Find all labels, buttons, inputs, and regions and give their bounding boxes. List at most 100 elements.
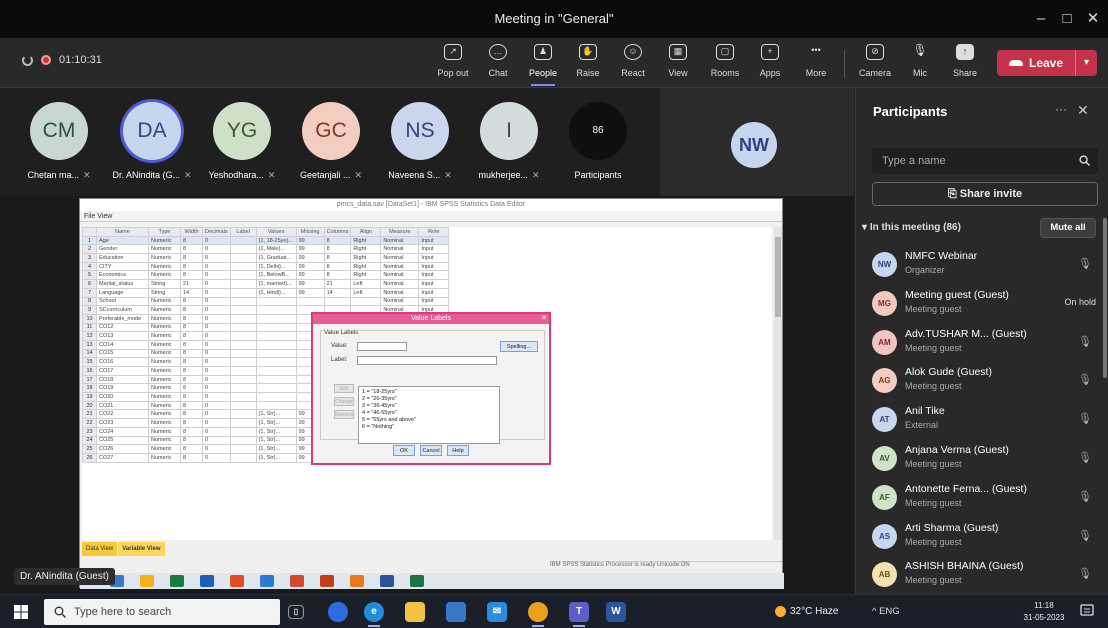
participant-row[interactable]: AM Adv.TUSHAR M... (Guest) Meeting guest 🎙 — [872, 324, 1102, 362]
people-button[interactable]: ♟ People — [521, 44, 565, 86]
row-number[interactable]: 15 — [82, 357, 97, 367]
share-button[interactable]: ↑ Share — [943, 44, 987, 84]
table-cell[interactable] — [229, 270, 257, 281]
table-cell[interactable]: 8 — [180, 348, 203, 359]
table-cell[interactable]: 8 — [180, 426, 203, 437]
table-cell[interactable]: Age — [96, 235, 149, 246]
system-tray[interactable]: ^ ENG — [872, 606, 900, 617]
table-cell[interactable] — [229, 348, 257, 359]
table-cell[interactable]: Left — [350, 279, 382, 289]
table-cell[interactable]: CO25 — [96, 435, 149, 446]
table-cell[interactable]: 0 — [202, 296, 231, 307]
participant-row[interactable]: AS Arti Sharma (Guest) Meeting guest 🎙 — [872, 518, 1102, 556]
table-cell[interactable]: CO21 — [96, 400, 149, 411]
list-item[interactable]: 5 = "55yrs and above" — [362, 417, 496, 424]
mic-off-icon[interactable]: 🎙 — [1078, 335, 1092, 349]
table-cell[interactable] — [229, 444, 257, 454]
table-cell[interactable] — [229, 452, 257, 463]
table-cell[interactable]: Input — [418, 244, 450, 255]
table-cell[interactable] — [323, 296, 352, 307]
table-cell[interactable]: School — [96, 296, 149, 307]
task-view-icon[interactable]: ▯ — [288, 605, 304, 619]
table-cell[interactable]: {1, Str}... — [255, 452, 297, 463]
mic-off-icon[interactable]: 🎙 — [1078, 567, 1092, 581]
taskbar-search[interactable] — [44, 599, 280, 625]
table-cell[interactable]: 8 — [323, 261, 352, 272]
table-cell[interactable]: Preferable_mode — [96, 313, 149, 324]
popout-button[interactable]: ↗ Pop out — [431, 44, 475, 84]
row-number[interactable]: 24 — [82, 435, 97, 446]
table-cell[interactable]: {1, Delhi}... — [255, 261, 297, 272]
table-cell[interactable]: CITY — [96, 261, 149, 272]
table-cell[interactable] — [255, 366, 297, 376]
row-number[interactable]: 13 — [82, 339, 97, 350]
table-cell[interactable]: Numeric — [148, 392, 181, 402]
row-number[interactable]: 26 — [82, 452, 97, 463]
table-cell[interactable]: CO27 — [96, 452, 149, 463]
table-cell[interactable]: Numeric — [148, 322, 181, 333]
table-cell[interactable]: String — [148, 287, 181, 298]
table-cell[interactable]: 0 — [202, 444, 231, 454]
participant-row[interactable]: AT Anil Tike External 🎙 — [872, 401, 1102, 439]
table-cell[interactable]: Input — [418, 235, 450, 246]
table-cell[interactable]: Input — [418, 261, 450, 272]
table-cell[interactable]: Nominal — [380, 279, 420, 289]
table-cell[interactable]: Numeric — [148, 348, 181, 359]
list-item[interactable]: 2 = "26-35yrs" — [362, 396, 496, 403]
table-cell[interactable] — [255, 305, 297, 315]
row-number[interactable]: 21 — [82, 409, 97, 420]
table-cell[interactable]: 0 — [202, 357, 231, 367]
mic-off-icon[interactable]: 🎙 — [1078, 529, 1092, 543]
table-cell[interactable]: Numeric — [148, 452, 181, 463]
participant-tile[interactable]: I mukherjee... ✕ — [464, 102, 554, 181]
participant-row[interactable]: NW NMFC Webinar Organizer 🎙 — [872, 246, 1102, 284]
table-cell[interactable]: Nominal — [380, 235, 420, 246]
table-cell[interactable]: 8 — [180, 313, 203, 324]
table-cell[interactable]: 0 — [202, 348, 231, 359]
table-cell[interactable]: Numeric — [148, 409, 181, 420]
table-cell[interactable]: 0 — [202, 339, 231, 350]
table-cell[interactable]: 0 — [202, 287, 231, 298]
table-cell[interactable]: 0 — [202, 253, 231, 263]
participant-tile[interactable]: DA Dr. ANindita (G... ✕ — [107, 102, 197, 181]
table-cell[interactable]: Input — [418, 279, 450, 289]
table-cell[interactable]: {1, married}... — [255, 279, 297, 289]
view-button[interactable]: ▦ View — [656, 44, 700, 84]
table-cell[interactable] — [229, 279, 257, 289]
table-cell[interactable] — [350, 296, 382, 307]
table-row[interactable]: 5 Economics Numeric 8 0 {1, BelowB... 99 8 Right… — [82, 270, 450, 281]
table-row[interactable]: 3 Education Numeric 8 0 {1, Graduat... 99 8 Righ… — [82, 253, 450, 263]
table-cell[interactable]: 14 — [323, 287, 352, 298]
table-cell[interactable]: Numeric — [148, 444, 181, 454]
table-cell[interactable]: Nominal — [380, 270, 420, 281]
weather-widget[interactable]: 32°C Haze — [775, 606, 838, 617]
add-button[interactable]: Add — [334, 384, 354, 393]
table-cell[interactable]: 8 — [180, 366, 203, 376]
close-icon[interactable]: ✕ — [541, 314, 547, 322]
column-header[interactable] — [82, 227, 97, 237]
participant-tile[interactable]: NS Naveena S... ✕ — [375, 102, 465, 181]
row-number[interactable]: 3 — [82, 253, 97, 263]
mute-all-button[interactable]: Mute all — [1040, 218, 1096, 238]
search-input[interactable] — [872, 148, 1072, 174]
table-cell[interactable] — [255, 331, 297, 341]
table-cell[interactable] — [255, 357, 297, 367]
row-number[interactable]: 4 — [82, 261, 97, 272]
table-cell[interactable]: 8 — [323, 235, 352, 246]
table-cell[interactable]: 21 — [180, 279, 203, 289]
table-cell[interactable]: Gender — [96, 244, 149, 255]
row-number[interactable]: 11 — [82, 322, 97, 333]
apps-button[interactable]: + Apps — [748, 44, 792, 84]
table-cell[interactable]: Input — [418, 270, 450, 281]
table-cell[interactable]: Marital_status — [96, 279, 149, 289]
row-number[interactable]: 17 — [82, 374, 97, 385]
table-cell[interactable]: {1, Hindi}... — [255, 287, 297, 298]
table-cell[interactable]: 0 — [202, 374, 231, 385]
table-cell[interactable]: 8 — [180, 235, 203, 246]
table-cell[interactable]: Numeric — [148, 435, 181, 446]
word-icon[interactable]: W — [606, 602, 626, 622]
table-cell[interactable] — [229, 426, 257, 437]
table-cell[interactable]: 8 — [180, 374, 203, 385]
table-cell[interactable]: {1, Male}... — [255, 244, 297, 255]
table-cell[interactable]: String — [148, 279, 181, 289]
